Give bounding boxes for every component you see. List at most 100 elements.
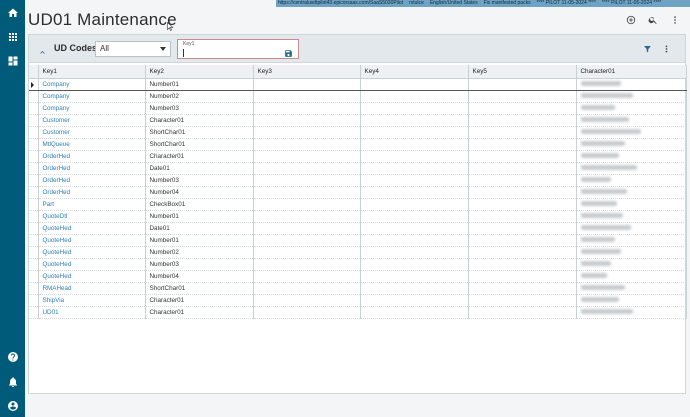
row-indicator[interactable] <box>29 174 39 187</box>
row-indicator[interactable] <box>29 258 39 271</box>
column-header-key3[interactable]: Key3 <box>253 65 361 79</box>
more-vert-icon[interactable] <box>670 15 680 25</box>
row-indicator[interactable] <box>29 198 39 211</box>
cell-key3[interactable] <box>253 246 361 259</box>
cell-key3[interactable] <box>253 234 361 247</box>
cell-character01-redacted[interactable] <box>576 282 687 295</box>
cell-character01-redacted[interactable] <box>576 138 687 151</box>
cell-key3[interactable] <box>253 162 361 175</box>
cell-key5[interactable] <box>468 246 577 259</box>
table-row[interactable]: OrderHed Date01 <box>29 162 687 175</box>
cell-character01-redacted[interactable] <box>576 150 687 163</box>
cell-key1[interactable]: QuoteHed <box>38 222 146 235</box>
cell-key5[interactable] <box>468 258 577 271</box>
cell-key3[interactable] <box>253 270 361 283</box>
cell-key2[interactable]: Number01 <box>145 210 254 223</box>
table-row[interactable]: Customer ShortChar01 <box>29 126 687 139</box>
cell-character01-redacted[interactable] <box>576 162 687 175</box>
cell-key3[interactable] <box>253 222 361 235</box>
cell-key5[interactable] <box>468 114 577 127</box>
cell-key1[interactable]: OrderHed <box>38 186 146 199</box>
cell-key3[interactable] <box>253 138 361 151</box>
table-row[interactable]: Company Number03 <box>29 102 687 115</box>
cell-character01-redacted[interactable] <box>576 222 687 235</box>
column-header-character01[interactable]: Character01 <box>576 65 687 79</box>
cell-key2[interactable]: Number01 <box>145 234 254 247</box>
cell-key3[interactable] <box>253 150 361 163</box>
cell-key3[interactable] <box>253 282 361 295</box>
row-indicator[interactable] <box>29 306 39 319</box>
row-indicator[interactable] <box>29 162 39 175</box>
table-row[interactable]: QuoteDtl Number01 <box>29 210 687 223</box>
cell-key3[interactable] <box>253 306 361 319</box>
cell-key5[interactable] <box>468 282 577 295</box>
row-indicator[interactable] <box>29 126 39 139</box>
table-row[interactable]: Company Number02 <box>29 90 687 103</box>
save-icon[interactable] <box>284 45 293 57</box>
cell-key3[interactable] <box>253 102 361 115</box>
cell-character01-redacted[interactable] <box>576 77 687 91</box>
cell-key5[interactable] <box>468 306 577 319</box>
home-icon[interactable] <box>6 6 19 19</box>
search-icon[interactable] <box>648 15 658 25</box>
cell-key5[interactable] <box>468 198 577 211</box>
cell-key4[interactable] <box>360 150 469 163</box>
table-row[interactable]: OrderHed Number04 <box>29 186 687 199</box>
cell-character01-redacted[interactable] <box>576 306 687 319</box>
cell-key3[interactable] <box>253 174 361 187</box>
cell-key3[interactable] <box>253 210 361 223</box>
cell-character01-redacted[interactable] <box>576 114 687 127</box>
cell-key1[interactable]: QuoteDtl <box>38 210 146 223</box>
key1-search-field[interactable]: Key1 <box>177 39 299 59</box>
table-row[interactable]: Part CheckBox01 <box>29 198 687 211</box>
row-indicator[interactable] <box>29 114 39 127</box>
cell-key1[interactable]: RMAHead <box>38 282 146 295</box>
table-row[interactable]: Customer Character01 <box>29 114 687 127</box>
cell-key5[interactable] <box>468 294 577 307</box>
cell-key3[interactable] <box>253 258 361 271</box>
cell-key1[interactable]: MtlQueue <box>38 138 146 151</box>
row-indicator[interactable] <box>29 150 39 163</box>
table-row[interactable]: UD01 Character01 <box>29 306 687 319</box>
cell-key2[interactable]: Character01 <box>145 294 254 307</box>
cell-key2[interactable]: Number04 <box>145 186 254 199</box>
row-indicator[interactable] <box>29 186 39 199</box>
cell-key2[interactable]: Number02 <box>145 90 254 103</box>
cell-key5[interactable] <box>468 102 577 115</box>
cell-key4[interactable] <box>360 174 469 187</box>
table-row[interactable]: ShipVia Character01 <box>29 294 687 307</box>
cell-key2[interactable]: ShortChar01 <box>145 282 254 295</box>
cell-key2[interactable]: ShortChar01 <box>145 138 254 151</box>
notifications-icon[interactable] <box>6 375 19 388</box>
cell-key5[interactable] <box>468 174 577 187</box>
cell-key4[interactable] <box>360 282 469 295</box>
cell-key3[interactable] <box>253 186 361 199</box>
user-account-icon[interactable] <box>6 399 19 412</box>
cell-key1[interactable]: Company <box>38 102 146 115</box>
cell-key3[interactable] <box>253 126 361 139</box>
cell-key4[interactable] <box>360 198 469 211</box>
cell-key4[interactable] <box>360 294 469 307</box>
cell-key3[interactable] <box>253 114 361 127</box>
cell-key4[interactable] <box>360 270 469 283</box>
cell-key1[interactable]: Customer <box>38 114 146 127</box>
cell-key5[interactable] <box>468 138 577 151</box>
table-row[interactable]: MtlQueue ShortChar01 <box>29 138 687 151</box>
cell-key4[interactable] <box>360 234 469 247</box>
collapse-icon[interactable] <box>38 44 47 54</box>
table-row[interactable]: QuoteHed Number03 <box>29 258 687 271</box>
cell-key5[interactable] <box>468 186 577 199</box>
cell-key5[interactable] <box>468 162 577 175</box>
column-header-key1[interactable]: Key1 <box>38 65 146 79</box>
cell-key2[interactable]: ShortChar01 <box>145 126 254 139</box>
cell-key4[interactable] <box>360 90 469 103</box>
cell-key2[interactable]: Number01 <box>145 77 254 91</box>
table-row[interactable]: OrderHed Number03 <box>29 174 687 187</box>
cell-key3[interactable] <box>253 294 361 307</box>
row-indicator[interactable] <box>29 282 39 295</box>
filter-icon[interactable] <box>643 44 652 54</box>
cell-key1[interactable]: OrderHed <box>38 174 146 187</box>
cell-key1[interactable]: QuoteHed <box>38 258 146 271</box>
cell-key1[interactable]: QuoteHed <box>38 246 146 259</box>
cell-key1[interactable]: OrderHed <box>38 150 146 163</box>
